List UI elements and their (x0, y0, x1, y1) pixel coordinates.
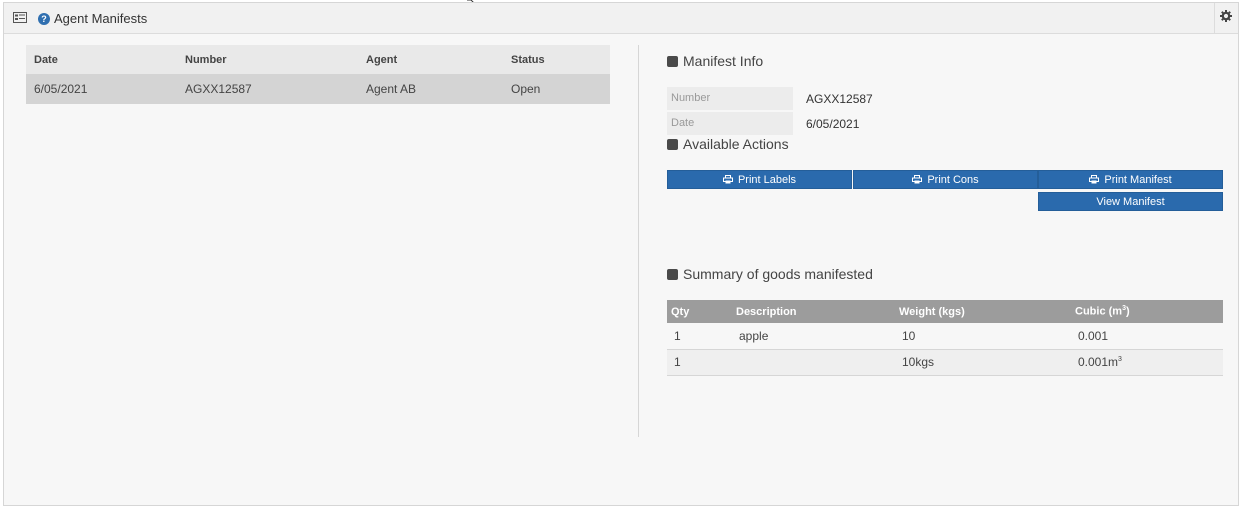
available-actions-title: Available Actions (683, 136, 789, 152)
column-header-status[interactable]: Status (503, 45, 610, 74)
cell-status: Open (503, 74, 610, 104)
print-cons-button[interactable]: Print Cons (853, 170, 1038, 189)
summary-header-row: Qty Description Weight (kgs) Cubic (m3) (667, 300, 1223, 323)
print-cons-label: Print Cons (927, 173, 979, 186)
printer-icon (1089, 175, 1100, 184)
total-weight: 10kgs (895, 349, 1071, 376)
print-labels-button[interactable]: Print Labels (667, 170, 852, 189)
date-value: 6/05/2021 (806, 117, 860, 131)
table-row: 1 apple 10 0.001 (667, 323, 1223, 350)
column-header-qty: Qty (667, 300, 732, 323)
column-header-date[interactable]: Date (26, 45, 177, 74)
number-label: Number (667, 87, 793, 110)
summary-table: Qty Description Weight (kgs) Cubic (m3) … (667, 300, 1223, 376)
help-icon[interactable]: ? (38, 13, 50, 25)
cell-weight: 10 (895, 323, 1071, 350)
total-qty: 1 (667, 349, 732, 376)
gear-icon[interactable] (1220, 10, 1232, 22)
cubic-header-close: ) (1125, 305, 1130, 318)
manifests-table: Date Number Agent Status 6/05/2021 AGXX1… (26, 45, 610, 104)
cell-description: apple (732, 323, 895, 350)
view-manifest-button[interactable]: View Manifest (1038, 192, 1223, 211)
column-header-agent[interactable]: Agent (358, 45, 503, 74)
available-actions-heading: Available Actions (667, 136, 789, 152)
column-header-weight: Weight (kgs) (895, 300, 1071, 323)
print-manifest-label: Print Manifest (1104, 173, 1172, 186)
header-divider (1214, 3, 1215, 34)
total-cubic: 0.001m3 (1071, 349, 1223, 376)
column-header-number[interactable]: Number (177, 45, 358, 74)
panel-header: ? Agent Manifests (4, 3, 1238, 34)
cell-qty: 1 (667, 323, 732, 350)
print-labels-label: Print Labels (737, 173, 797, 186)
list-icon (13, 12, 27, 23)
view-manifest-label: View Manifest (1096, 195, 1165, 208)
page-title: Agent Manifests (54, 11, 148, 26)
total-cubic-sup: 3 (1118, 356, 1122, 363)
table-header-row: Date Number Agent Status (26, 45, 610, 74)
manifest-info-title: Manifest Info (683, 53, 764, 69)
number-value: AGXX12587 (806, 92, 873, 106)
printer-icon (722, 175, 733, 184)
column-header-description: Description (732, 300, 895, 323)
vertical-divider (638, 45, 639, 437)
table-row[interactable]: 6/05/2021 AGXX12587 Agent AB Open (26, 74, 610, 104)
cell-date: 6/05/2021 (26, 74, 177, 104)
total-description (732, 349, 895, 376)
summary-title: Summary of goods manifested (683, 266, 873, 282)
printer-icon (912, 175, 923, 184)
summary-heading: Summary of goods manifested (667, 266, 873, 282)
section-square-icon (667, 138, 678, 150)
cell-cubic: 0.001 (1071, 323, 1223, 350)
agent-manifests-panel: ? Agent Manifests Date Number Agent Stat… (3, 2, 1239, 506)
summary-total-row: 1 10kgs 0.001m3 (667, 349, 1223, 376)
cubic-header-text: Cubic (m (1075, 305, 1123, 318)
cell-agent: Agent AB (358, 74, 503, 104)
section-square-icon (667, 55, 678, 67)
total-cubic-value: 0.001m (1078, 355, 1119, 369)
date-label: Date (667, 112, 793, 135)
cell-number: AGXX12587 (177, 74, 358, 104)
print-manifest-button[interactable]: Print Manifest (1038, 170, 1223, 189)
column-header-cubic: Cubic (m3) (1071, 300, 1223, 323)
manifest-info-heading: Manifest Info (667, 53, 763, 69)
section-square-icon (667, 268, 678, 280)
